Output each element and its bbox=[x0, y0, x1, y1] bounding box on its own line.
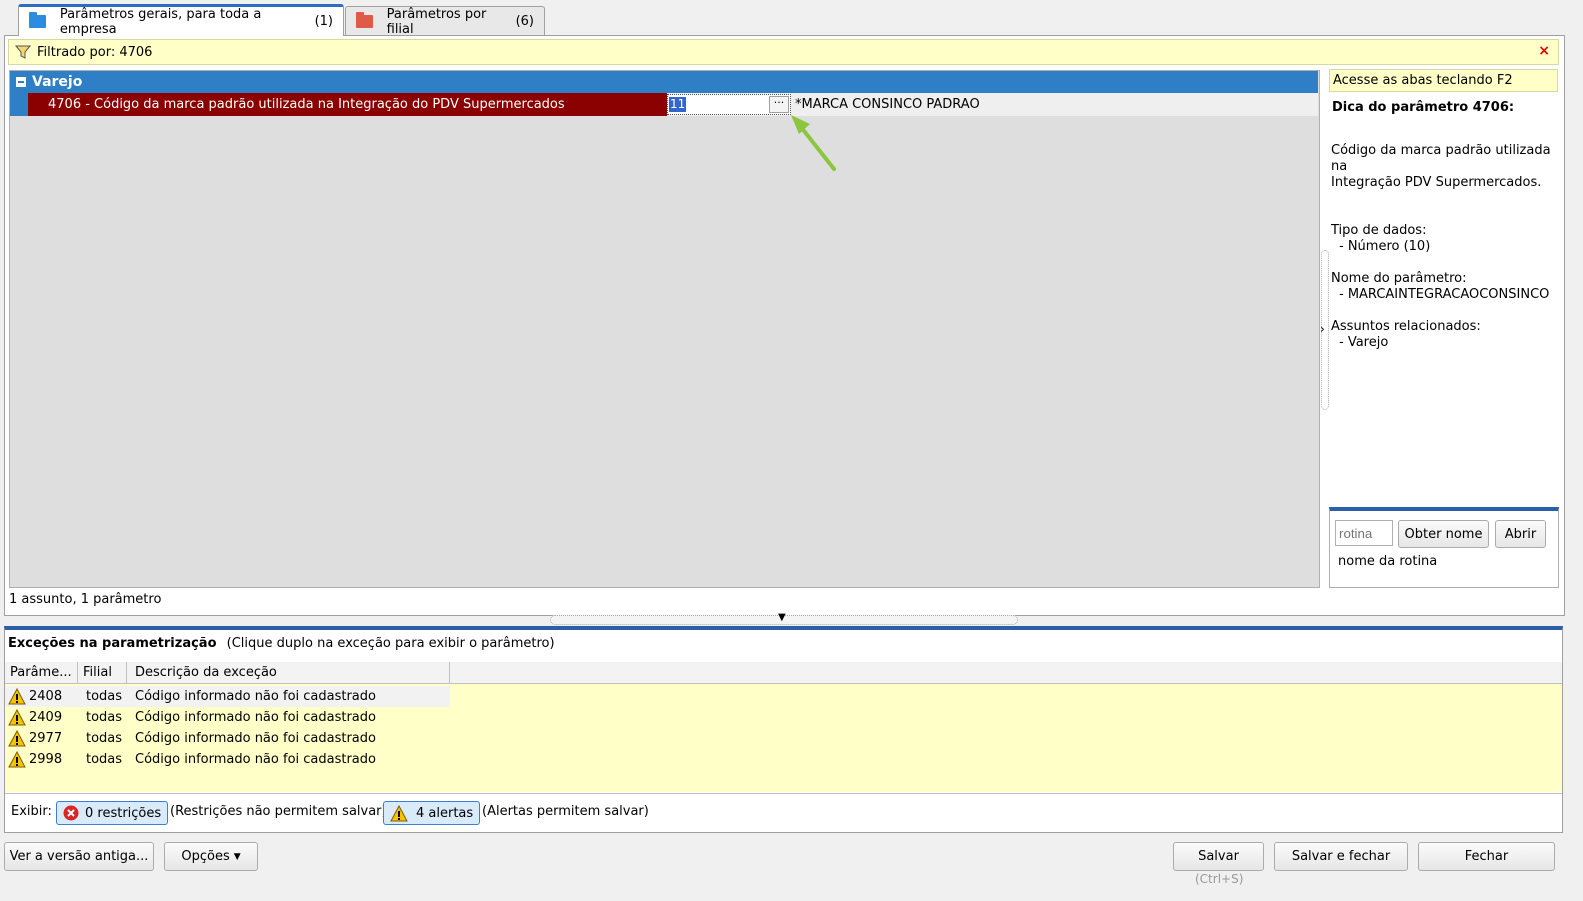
tip-line: Integração PDV Supermercados. bbox=[1331, 175, 1542, 190]
tip-description: Código da marca padrão utilizada na Inte… bbox=[1331, 143, 1559, 191]
restrictions-toggle[interactable]: 0 restrições bbox=[56, 801, 169, 825]
tip-type: Tipo de dados: - Número (10) bbox=[1331, 223, 1559, 255]
options-button[interactable]: Opções ▼ bbox=[164, 842, 258, 871]
filter-text: Filtrado por: 4706 bbox=[37, 44, 153, 60]
old-version-label: Ver a versão antiga... bbox=[9, 849, 149, 864]
exceptions-heading: Exceções na parametrização bbox=[8, 636, 217, 651]
row-indicator bbox=[10, 93, 28, 116]
exceptions-subtitle: (Clique duplo na exceção para exibir o p… bbox=[226, 636, 555, 651]
exception-param: 2409 bbox=[29, 710, 63, 725]
column-header-branch[interactable]: Filial bbox=[78, 662, 127, 684]
name-label: Nome do parâmetro: bbox=[1331, 271, 1467, 286]
parameter-tip: Dica do parâmetro 4706: Código da marca … bbox=[1329, 96, 1559, 351]
warning-icon bbox=[8, 751, 26, 768]
restrictions-note: (Restrições não permitem salvar) bbox=[170, 804, 387, 819]
exception-description: Código informado não foi cadastrado bbox=[135, 752, 376, 767]
alerts-toggle[interactable]: 4 alertas bbox=[383, 801, 481, 825]
tab-branch-label: Parâmetros por filial bbox=[386, 6, 487, 37]
type-label: Tipo de dados: bbox=[1331, 223, 1427, 238]
tab-bar: Parâmetros gerais, para toda a empresa (… bbox=[0, 0, 1583, 37]
tip-line: Código da marca padrão utilizada na bbox=[1331, 143, 1551, 174]
collapse-icon[interactable] bbox=[16, 77, 26, 87]
subjects-value: - Varejo bbox=[1339, 335, 1389, 350]
exceptions-footer: Exibir: 0 restrições (Restrições não per… bbox=[5, 793, 1562, 832]
exception-branch: todas bbox=[86, 752, 123, 767]
filter-bar: Filtrado por: 4706 × bbox=[8, 39, 1559, 65]
lookup-button[interactable]: ··· bbox=[769, 96, 789, 113]
warning-icon bbox=[8, 730, 26, 747]
exception-branch: todas bbox=[86, 689, 123, 704]
save-label: Salvar bbox=[1198, 849, 1239, 864]
exception-description: Código informado não foi cadastrado bbox=[135, 689, 376, 704]
routine-input[interactable] bbox=[1335, 520, 1393, 546]
exception-param: 2977 bbox=[29, 731, 63, 746]
exception-param: 2998 bbox=[29, 752, 63, 767]
save-and-close-button[interactable]: Salvar e fechar bbox=[1274, 842, 1408, 871]
routine-name: nome da rotina bbox=[1338, 554, 1438, 569]
exception-row[interactable]: 2408 todas Código informado não foi cada… bbox=[5, 686, 450, 707]
tip-subjects: Assuntos relacionados: - Varejo bbox=[1331, 319, 1559, 351]
alerts-label: 4 alertas bbox=[416, 805, 474, 821]
save-button[interactable]: Salvar bbox=[1173, 842, 1264, 871]
exceptions-title: Exceções na parametrização (Clique duplo… bbox=[8, 636, 555, 651]
column-header-description[interactable]: Descrição da exceção bbox=[127, 662, 450, 684]
funnel-icon bbox=[15, 45, 31, 59]
warning-icon bbox=[8, 709, 26, 726]
clear-filter-icon[interactable]: × bbox=[1538, 43, 1550, 59]
tab-branch-parameters[interactable]: Parâmetros por filial (6) bbox=[345, 6, 545, 37]
warning-icon bbox=[390, 804, 408, 821]
tab-general-parameters[interactable]: Parâmetros gerais, para toda a empresa (… bbox=[18, 4, 344, 37]
folder-blue-icon bbox=[29, 12, 46, 28]
chevron-right-icon[interactable]: › bbox=[1320, 322, 1325, 336]
restrictions-label: 0 restrições bbox=[85, 805, 162, 821]
caret-down-icon: ▼ bbox=[233, 851, 241, 862]
type-value: - Número (10) bbox=[1339, 239, 1431, 254]
error-icon bbox=[63, 805, 79, 821]
parameter-grid bbox=[9, 70, 1320, 588]
tab-general-count: (1) bbox=[314, 14, 333, 29]
exception-param: 2408 bbox=[29, 689, 63, 704]
hint-bar: Acesse as abas teclando F2 bbox=[1329, 69, 1558, 92]
tab-branch-count: (6) bbox=[515, 14, 534, 29]
exception-description: Código informado não foi cadastrado bbox=[135, 710, 376, 725]
folder-red-icon bbox=[356, 12, 373, 28]
tab-general-label: Parâmetros gerais, para toda a empresa bbox=[59, 6, 262, 37]
exception-row[interactable]: 2998 todas Código informado não foi cada… bbox=[5, 749, 450, 770]
grid-status: 1 assunto, 1 parâmetro bbox=[9, 592, 162, 607]
exception-branch: todas bbox=[86, 710, 123, 725]
name-value: - MARCAINTEGRACAOCONSINCO bbox=[1339, 287, 1550, 302]
chevron-down-icon[interactable]: ▼ bbox=[778, 612, 786, 623]
save-shortcut: (Ctrl+S) bbox=[1195, 872, 1244, 886]
show-label: Exibir: bbox=[11, 804, 52, 819]
parameter-value[interactable]: 11 bbox=[669, 97, 686, 112]
open-button[interactable]: Abrir bbox=[1495, 520, 1546, 548]
options-label: Opções bbox=[181, 849, 230, 864]
old-version-button[interactable]: Ver a versão antiga... bbox=[4, 842, 154, 871]
warning-icon bbox=[8, 688, 26, 705]
exception-branch: todas bbox=[86, 731, 123, 746]
column-header-param[interactable]: Parâme... bbox=[5, 662, 78, 684]
exception-row[interactable]: 2977 todas Código informado não foi cada… bbox=[5, 728, 450, 749]
save-close-label: Salvar e fechar bbox=[1291, 849, 1391, 864]
alerts-note: (Alertas permitem salvar) bbox=[482, 804, 649, 819]
exception-description: Código informado não foi cadastrado bbox=[135, 731, 376, 746]
group-label: Varejo bbox=[32, 74, 83, 90]
subjects-label: Assuntos relacionados: bbox=[1331, 319, 1481, 334]
close-label: Fechar bbox=[1464, 849, 1509, 864]
close-button[interactable]: Fechar bbox=[1418, 842, 1555, 871]
tip-name: Nome do parâmetro: - MARCAINTEGRACAOCONS… bbox=[1331, 271, 1559, 303]
parameter-description[interactable]: 4706 - Código da marca padrão utilizada … bbox=[28, 93, 667, 116]
group-row-varejo[interactable]: Varejo bbox=[10, 71, 1318, 93]
routine-panel: Obter nome Abrir nome da rotina bbox=[1329, 507, 1559, 588]
get-name-button[interactable]: Obter nome bbox=[1398, 520, 1489, 548]
exception-row[interactable]: 2409 todas Código informado não foi cada… bbox=[5, 707, 450, 728]
green-arrow-icon bbox=[791, 115, 836, 171]
tip-title: Dica do parâmetro 4706: bbox=[1332, 100, 1515, 115]
